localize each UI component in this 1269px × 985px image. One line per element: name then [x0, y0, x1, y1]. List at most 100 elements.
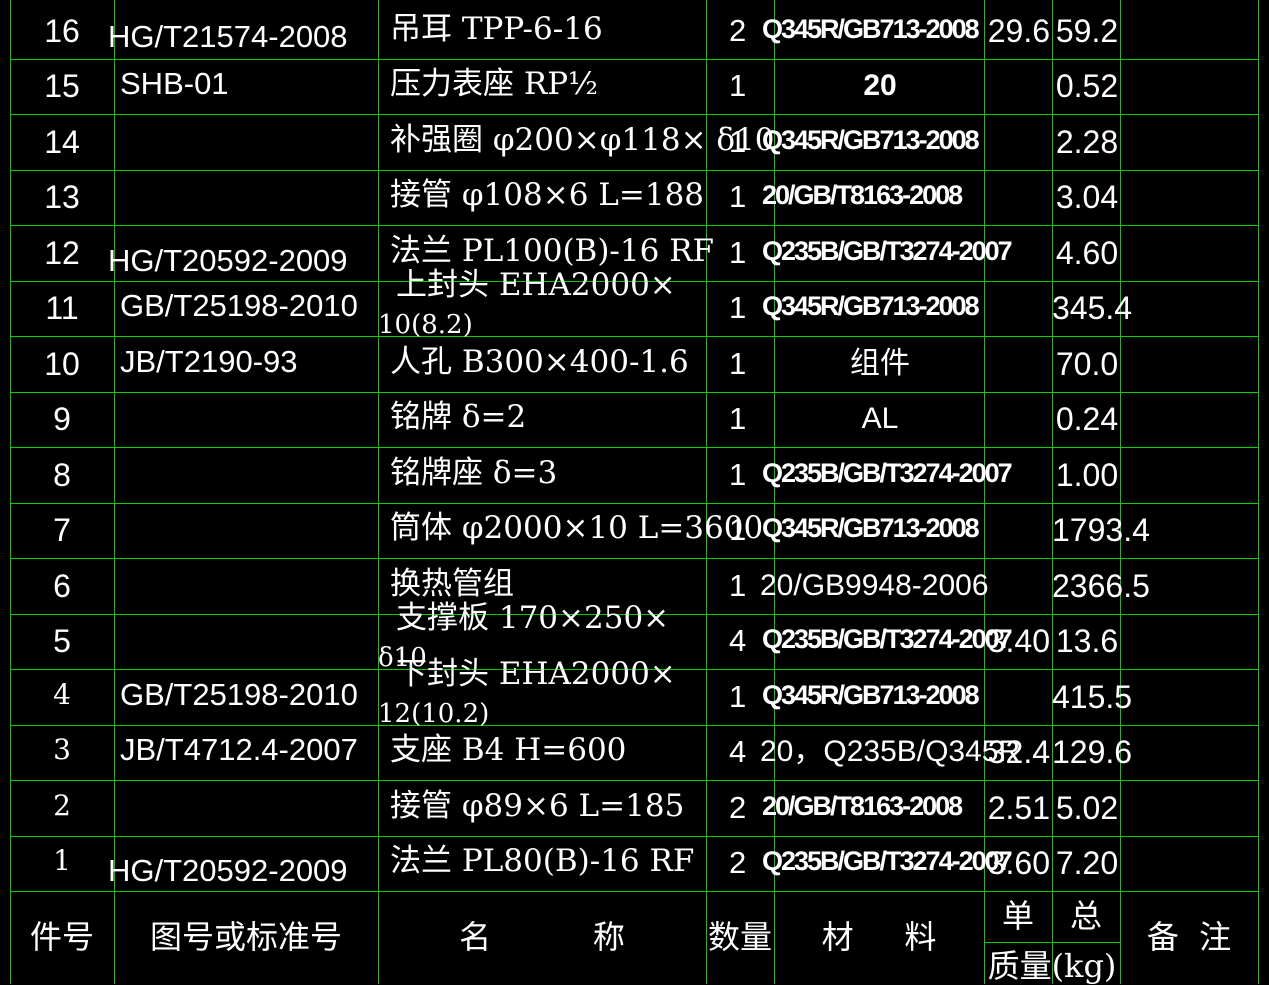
item-number: 6: [53, 567, 71, 604]
quantity: 1: [729, 123, 747, 159]
header-total: 总: [1069, 897, 1102, 935]
material: Q345R/GB713-2008: [762, 13, 980, 44]
item-number: 11: [45, 290, 79, 327]
quantity: 1: [729, 512, 747, 548]
total-mass: 2.28: [1055, 123, 1119, 160]
header-unit: 单: [1001, 897, 1034, 935]
total-mass: 4.60: [1055, 234, 1119, 271]
material: Q345R/GB713-2008: [762, 513, 980, 544]
unit-mass: 29.6: [987, 12, 1050, 49]
standard-number: HG/T21574-2008: [108, 18, 348, 54]
material: 20/GB9948-2006: [760, 568, 989, 602]
part-name: 接管 φ108×6 L=188: [390, 177, 705, 214]
quantity: 1: [729, 678, 747, 714]
part-name: 人孔 B300×400-1.6: [390, 343, 689, 380]
material: 20，Q235B/Q345R: [760, 735, 1021, 769]
total-mass: 7.20: [1055, 845, 1119, 882]
quantity: 1: [729, 179, 747, 215]
material: AL: [861, 402, 899, 436]
material: 20/GB/T8163-2008: [762, 180, 963, 211]
part-name: 铭牌 δ=2: [390, 399, 527, 436]
item-number: 9: [53, 401, 71, 438]
item-number: 7: [53, 512, 71, 549]
grid-hline: [10, 392, 1259, 393]
part-name: 法兰 PL100(B)-16 RF: [390, 232, 715, 269]
unit-mass: 32.4: [987, 734, 1050, 771]
total-mass: 129.6: [1052, 734, 1133, 771]
quantity: 1: [729, 290, 747, 326]
total-mass: 345.4: [1052, 290, 1133, 327]
standard-number: HG/T20592-2009: [108, 853, 348, 889]
grid-hline: [10, 59, 1259, 60]
part-name-continued: 12(10.2): [378, 698, 490, 729]
total-mass: 415.5: [1052, 678, 1133, 715]
standard-number: GB/T25198-2010: [120, 288, 358, 324]
item-number: 1: [53, 844, 71, 878]
material: 组件: [850, 346, 910, 380]
total-mass: 2366.5: [1052, 567, 1150, 604]
total-mass: 1793.4: [1052, 512, 1150, 549]
total-mass: 0.24: [1055, 401, 1119, 438]
item-number: 3: [53, 733, 71, 767]
material: Q345R/GB713-2008: [762, 679, 980, 710]
header-remark: 备 注: [1146, 918, 1232, 956]
part-name: 支座 B4 H=600: [390, 732, 627, 769]
grid-hline: [10, 225, 1259, 226]
grid-hline: [10, 170, 1259, 171]
material: Q345R/GB713-2008: [762, 291, 980, 322]
header-name: 名 称: [459, 918, 625, 956]
part-name: 补强圈 φ200×φ118× δ10: [390, 121, 775, 158]
quantity: 4: [729, 623, 747, 659]
unit-mass: 3.40: [987, 623, 1050, 660]
unit-mass: 3.60: [987, 845, 1050, 882]
quantity: 1: [729, 456, 747, 492]
header-item-number: 件号: [29, 918, 94, 956]
item-number: 8: [53, 456, 71, 493]
grid-hline: [10, 780, 1259, 781]
part-name: 接管 φ89×6 L=185: [390, 787, 685, 824]
grid-hline: [10, 836, 1259, 837]
item-number: 10: [44, 345, 80, 382]
part-name-continued: 10(8.2): [378, 310, 473, 341]
total-mass: 70.0: [1055, 345, 1119, 382]
quantity: 1: [729, 234, 747, 270]
unit-mass: 2.51: [987, 789, 1050, 826]
material: Q235B/GB/T3274-2007: [762, 457, 1013, 488]
quantity: 1: [729, 567, 747, 603]
quantity: 2: [729, 789, 747, 825]
grid-hline: [10, 336, 1259, 337]
item-number: 13: [44, 179, 80, 216]
part-name: 上封头 EHA2000×: [396, 267, 676, 304]
part-name: 法兰 PL80(B)-16 RF: [390, 843, 695, 880]
material: Q235B/GB/T3274-2007: [762, 235, 1013, 266]
item-number: 5: [53, 623, 71, 660]
quantity: 2: [729, 12, 747, 48]
standard-number: JB/T4712.4-2007: [120, 732, 358, 768]
material: Q345R/GB713-2008: [762, 124, 980, 155]
part-name: 下封头 EHA2000×: [396, 655, 676, 692]
quantity: 4: [729, 734, 747, 770]
quantity: 2: [729, 845, 747, 881]
part-name: 支撑板 170×250×: [396, 600, 670, 637]
header-material: 材 料: [821, 918, 937, 956]
grid-hline: [10, 558, 1259, 559]
item-number: 4: [53, 677, 71, 711]
part-name: 压力表座 RP½: [390, 66, 599, 103]
parts-list-table: 16 HG/T21574-2008 吊耳 TPP-6-16 2 Q345R/GB713-…: [0, 0, 1269, 984]
material: 20: [863, 69, 897, 103]
standard-number: HG/T20592-2009: [108, 242, 348, 278]
item-number: 15: [44, 68, 80, 105]
total-mass: 59.2: [1055, 12, 1119, 49]
header-quantity: 数量: [707, 918, 772, 956]
total-mass: 1.00: [1055, 456, 1119, 493]
total-mass: 5.02: [1055, 789, 1119, 826]
item-number: 12: [44, 234, 80, 271]
standard-number: GB/T25198-2010: [120, 676, 358, 712]
part-name: 换热管组: [390, 565, 514, 602]
material: Q235B/GB/T3274-2007: [762, 846, 1013, 877]
quantity: 1: [729, 345, 747, 381]
header-mass: 质量(kg): [987, 947, 1117, 985]
part-name: 筒体 φ2000×10 L=3600: [390, 510, 764, 547]
material: 20/GB/T8163-2008: [762, 790, 963, 821]
grid-hline: [10, 891, 1259, 892]
